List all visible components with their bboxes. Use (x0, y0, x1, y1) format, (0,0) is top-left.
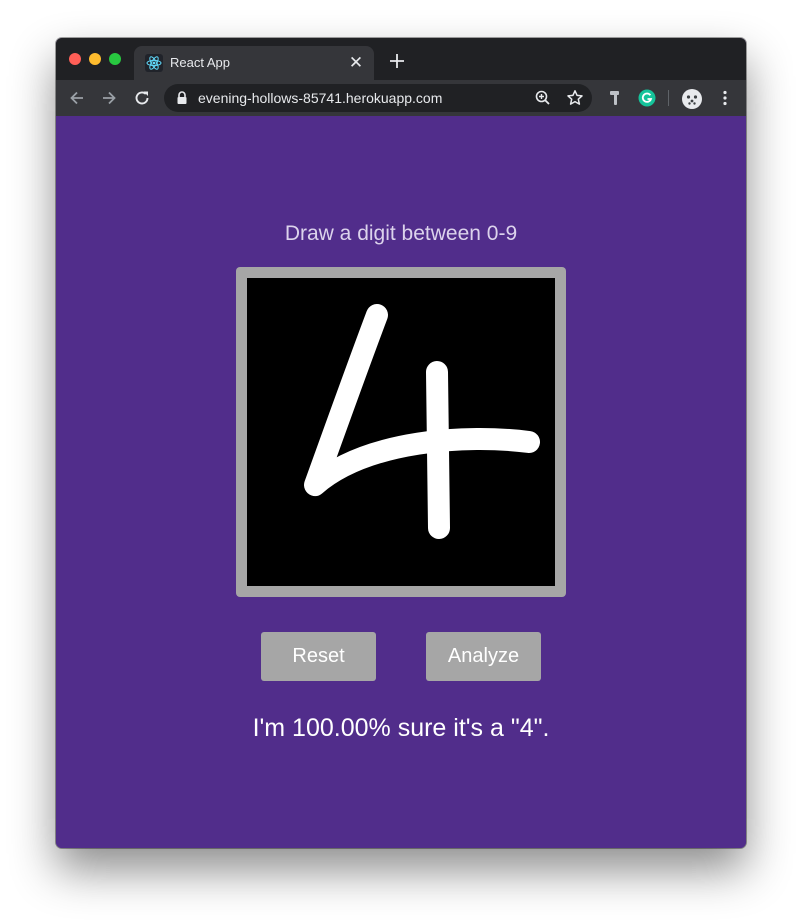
browser-tab[interactable]: React App ✕ (134, 46, 374, 80)
minimize-window-button[interactable] (89, 53, 101, 65)
address-bar[interactable]: evening-hollows-85741.herokuapp.com (164, 84, 592, 112)
profile-icon[interactable] (681, 88, 703, 110)
close-window-button[interactable] (69, 53, 81, 65)
arrow-left-icon[interactable] (67, 88, 87, 108)
url-text: evening-hollows-85741.herokuapp.com (198, 90, 443, 106)
browser-window: React App ✕ evening-hollows-85741.heroku… (56, 38, 746, 848)
toolbar-divider (668, 90, 669, 106)
react-icon (145, 54, 163, 72)
digit-drawing (304, 304, 540, 539)
browser-toolbar: evening-hollows-85741.herokuapp.com (56, 80, 746, 116)
star-icon[interactable] (565, 88, 585, 108)
zoom-icon[interactable] (533, 88, 553, 108)
reset-button[interactable]: Reset (261, 632, 376, 681)
analyze-button[interactable]: Analyze (426, 632, 541, 681)
drawing-canvas[interactable] (247, 278, 555, 586)
tab-strip: React App ✕ (56, 38, 746, 80)
more-vert-icon[interactable] (715, 88, 735, 108)
arrow-right-icon[interactable] (99, 88, 119, 108)
tab-title: React App (170, 55, 230, 70)
canvas-frame (236, 267, 566, 597)
lock-icon (177, 91, 187, 104)
hammer-icon[interactable] (606, 88, 626, 108)
plus-icon[interactable] (386, 50, 408, 72)
close-icon[interactable]: ✕ (346, 53, 366, 73)
reload-icon[interactable] (132, 88, 152, 108)
grammarly-icon[interactable] (637, 88, 657, 108)
page-content: Draw a digit between 0-9 Reset Analyze I… (56, 116, 746, 848)
maximize-window-button[interactable] (109, 53, 121, 65)
page-title: Draw a digit between 0-9 (284, 222, 518, 245)
prediction-result: I'm 100.00% sure it's a "4". (252, 714, 550, 742)
